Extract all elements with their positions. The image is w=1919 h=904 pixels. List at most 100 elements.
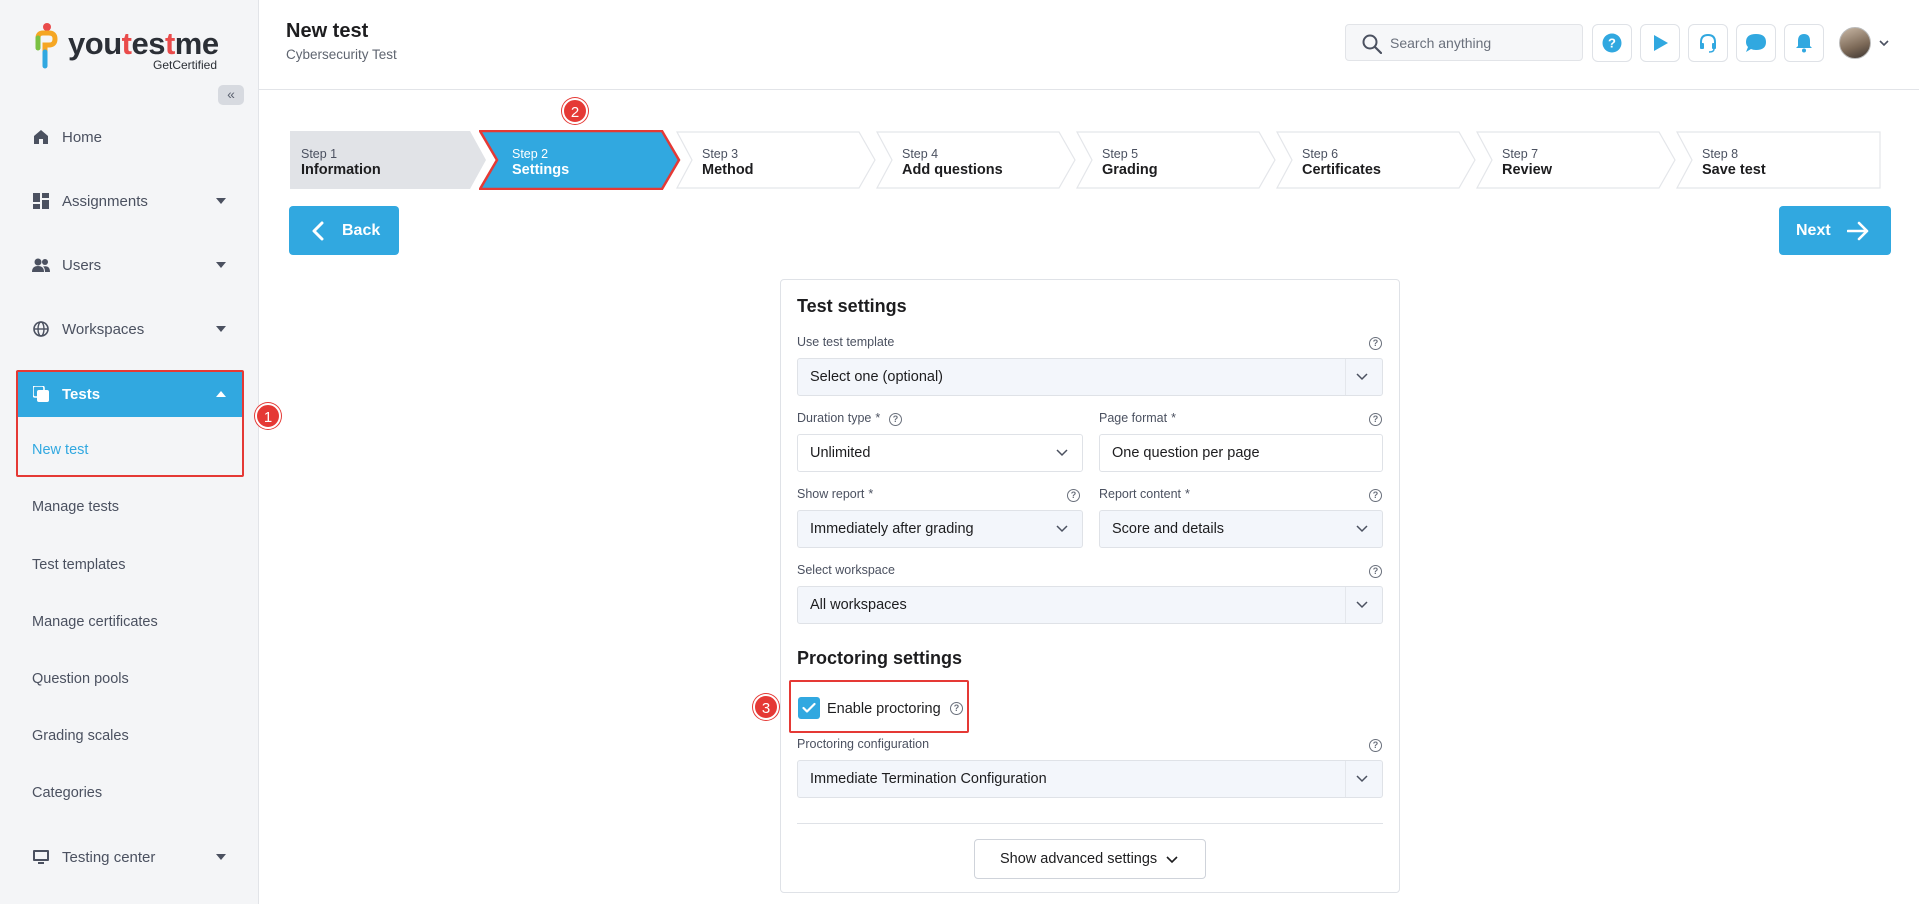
user-avatar[interactable] (1839, 27, 1871, 59)
annotation-badge-3: 3 (753, 694, 779, 720)
logo-letter: y (68, 26, 85, 61)
sidebar-item-assignments[interactable]: Assignments (16, 178, 242, 224)
proctoring-config-value: Immediate Termination Configuration (810, 771, 1047, 787)
help-icon[interactable]: ? (1369, 565, 1382, 578)
step-6[interactable]: Step 6 Certificates (1276, 131, 1477, 189)
play-button[interactable] (1640, 24, 1680, 62)
sidebar-subitem-test-templates[interactable]: Test templates (32, 557, 126, 573)
help-icon[interactable]: ? (950, 702, 963, 715)
step-1[interactable]: Step 1 Information (290, 131, 486, 189)
sidebar-subitem-manage-certificates[interactable]: Manage certificates (32, 614, 158, 630)
home-icon (32, 128, 50, 146)
chevron-down-icon[interactable] (1879, 40, 1889, 47)
template-value: Select one (optional) (810, 369, 943, 385)
sidebar-item-label: Users (62, 256, 102, 274)
logo-mark-icon (35, 23, 58, 69)
step-number: Step 3 (702, 147, 739, 161)
sidebar-subitem-categories[interactable]: Categories (32, 785, 102, 801)
show-report-select[interactable]: Immediately after grading (797, 510, 1083, 548)
step-name: Save test (1702, 162, 1766, 178)
enable-proctoring-label[interactable]: Enable proctoring (827, 701, 941, 717)
help-icon[interactable]: ? (1369, 489, 1382, 502)
sidebar-subitem-grading-scales[interactable]: Grading scales (32, 728, 129, 744)
step-number: Step 5 (1102, 147, 1139, 161)
proctoring-config-label: Proctoring configuration (797, 737, 930, 751)
step-4[interactable]: Step 4 Add questions (876, 131, 1077, 189)
annotation-badge-2: 2 (562, 98, 588, 124)
help-icon[interactable]: ? (1369, 337, 1382, 350)
next-button[interactable]: Next (1779, 206, 1891, 255)
logo-letter: o (84, 26, 104, 61)
step-name: Information (301, 162, 381, 178)
template-select[interactable]: Select one (optional) (797, 358, 1383, 396)
logo[interactable]: youtestme GetCertified (34, 20, 234, 76)
proctoring-config-select[interactable]: Immediate Termination Configuration (797, 760, 1383, 798)
logo-letter: t (164, 26, 175, 61)
logo-letter: u (103, 26, 122, 61)
chevron-down-icon (1356, 601, 1368, 609)
bell-icon (1796, 34, 1812, 53)
workspace-select[interactable]: All workspaces (797, 586, 1383, 624)
help-icon[interactable]: ? (1369, 413, 1382, 426)
sidebar-item-users[interactable]: Users (16, 242, 242, 288)
monitor-icon (32, 848, 50, 866)
required-mark: * (875, 411, 881, 425)
search-placeholder: Search anything (1390, 34, 1492, 51)
step-name: Certificates (1302, 162, 1381, 178)
back-button-label: Back (342, 221, 381, 239)
required-mark: * (868, 487, 874, 501)
sidebar-subitem-manage-tests[interactable]: Manage tests (32, 499, 119, 515)
step-number: Step 4 (902, 147, 939, 161)
chevron-down-icon (216, 854, 226, 860)
divider (797, 823, 1383, 824)
enable-proctoring-checkbox[interactable] (798, 697, 820, 719)
logo-letter: e (201, 26, 219, 61)
dashboard-icon (32, 192, 50, 210)
workspace-label: Select workspace (797, 563, 895, 577)
step-5[interactable]: Step 5 Grading (1076, 131, 1277, 189)
sidebar-item-label: Testing center (62, 848, 156, 866)
search-input[interactable]: Search anything (1345, 24, 1583, 61)
sidebar-item-workspaces[interactable]: Workspaces (16, 306, 242, 352)
page-format-select[interactable]: One question per page (1099, 434, 1383, 472)
settings-card: Test settings Use test template ? Select… (780, 279, 1400, 893)
collapse-sidebar-button[interactable]: « (218, 85, 244, 105)
step-number: Step 8 (1702, 147, 1739, 161)
sidebar-item-testing-center[interactable]: Testing center (16, 834, 242, 880)
show-advanced-settings-button[interactable]: Show advanced settings (974, 839, 1206, 879)
select-divider (1345, 359, 1346, 395)
notifications-button[interactable] (1784, 24, 1824, 62)
sidebar-item-label: Assignments (62, 192, 148, 210)
step-7[interactable]: Step 7 Review (1476, 131, 1677, 189)
help-icon[interactable]: ? (1369, 739, 1382, 752)
chevron-down-icon (216, 198, 226, 204)
chevron-down-icon (1056, 449, 1068, 457)
duration-label-text: Duration type (797, 411, 872, 425)
chat-button[interactable] (1736, 24, 1776, 62)
select-divider (1345, 761, 1346, 797)
sidebar-subitem-question-pools[interactable]: Question pools (32, 671, 129, 687)
chevron-down-icon (1166, 856, 1178, 864)
sidebar-item-home[interactable]: Home (16, 114, 242, 160)
help-button[interactable]: ? (1592, 24, 1632, 62)
duration-select[interactable]: Unlimited (797, 434, 1083, 472)
step-number: Step 6 (1302, 147, 1339, 161)
top-header: New test Cybersecurity Test Search anyth… (259, 0, 1919, 90)
show-report-label: Show report * (797, 487, 873, 501)
step-name: Add questions (902, 162, 1003, 178)
users-icon (32, 256, 50, 274)
select-divider (1345, 587, 1346, 623)
test-settings-title: Test settings (797, 296, 907, 316)
help-icon[interactable]: ? (889, 413, 902, 426)
show-advanced-settings-label: Show advanced settings (1000, 851, 1158, 867)
headset-icon (1700, 33, 1716, 53)
report-content-select[interactable]: Score and details (1099, 510, 1383, 548)
next-button-label: Next (1796, 221, 1831, 239)
back-button[interactable]: Back (289, 206, 399, 255)
required-mark: * (1171, 411, 1176, 425)
help-icon[interactable]: ? (1067, 489, 1080, 502)
support-button[interactable] (1688, 24, 1728, 62)
step-3[interactable]: Step 3 Method (676, 131, 877, 189)
step-8[interactable]: Step 8 Save test (1676, 131, 1882, 189)
step-2[interactable]: Step 2 Settings (479, 130, 681, 190)
